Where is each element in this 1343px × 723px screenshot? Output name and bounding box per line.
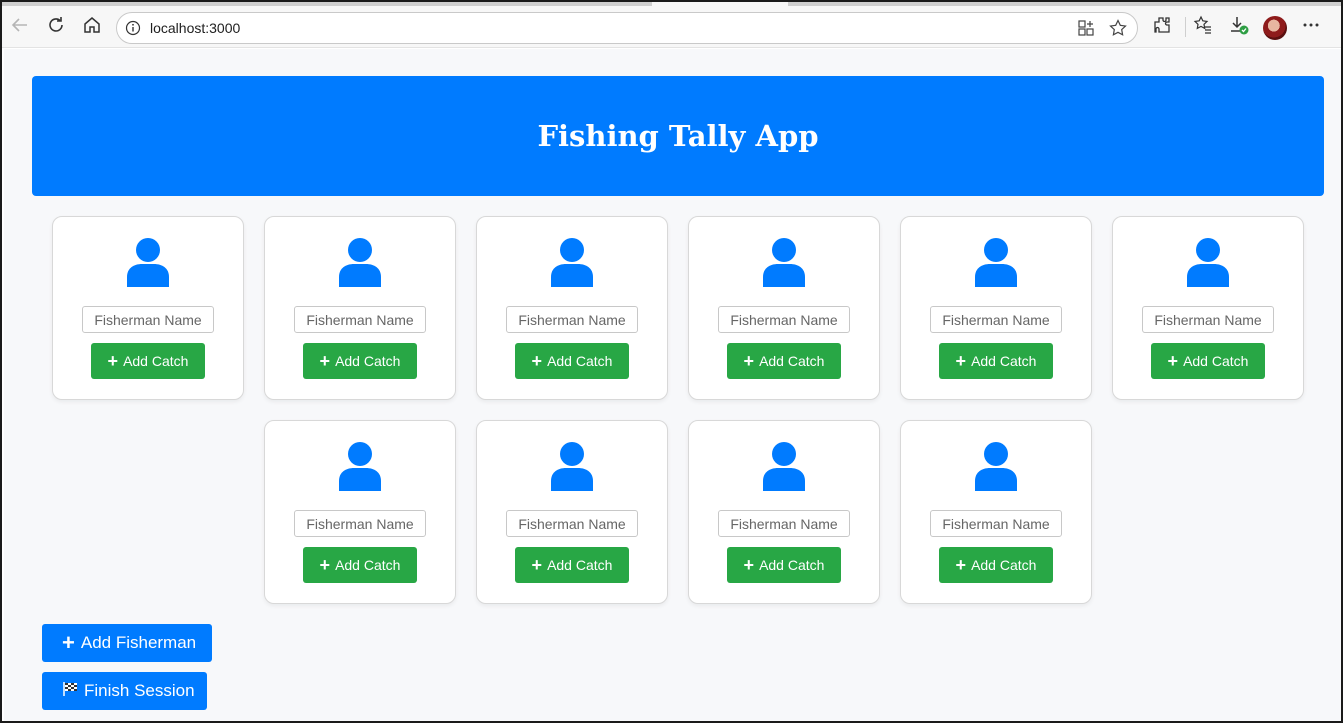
tab-strip-edge bbox=[788, 2, 1341, 6]
plus-icon: + bbox=[1167, 351, 1179, 371]
refresh-icon[interactable] bbox=[45, 14, 67, 36]
favorite-star-icon[interactable] bbox=[1109, 19, 1127, 42]
more-options-icon[interactable] bbox=[1300, 14, 1322, 36]
add-catch-button[interactable]: + Add Catch bbox=[727, 547, 841, 583]
add-fisherman-label: Add Fisherman bbox=[80, 633, 197, 652]
add-catch-label: Add Catch bbox=[123, 353, 189, 369]
favorites-icon[interactable] bbox=[1192, 14, 1214, 36]
person-icon bbox=[1186, 237, 1230, 287]
app-available-icon[interactable] bbox=[1077, 19, 1095, 42]
browser-window: localhost:3000 Fishing Tally App +Add C bbox=[0, 0, 1343, 723]
add-catch-label: Add Catch bbox=[547, 353, 613, 369]
finish-session-button[interactable]: Finish Session bbox=[42, 672, 207, 710]
app-header: Fishing Tally App bbox=[32, 76, 1324, 196]
person-icon bbox=[550, 441, 594, 491]
fisherman-card: +Add Catch bbox=[264, 420, 456, 604]
plus-icon: + bbox=[62, 630, 75, 655]
fisherman-card: +Add Catch bbox=[688, 420, 880, 604]
tab-strip-edge bbox=[2, 2, 652, 6]
plus-icon: + bbox=[319, 555, 331, 575]
plus-icon: + bbox=[531, 555, 543, 575]
fisherman-card: +Add Catch bbox=[264, 216, 456, 400]
home-icon[interactable] bbox=[81, 14, 103, 36]
profile-avatar[interactable] bbox=[1263, 16, 1287, 40]
add-catch-label: Add Catch bbox=[547, 557, 613, 573]
add-catch-button[interactable]: + Add Catch bbox=[727, 343, 841, 379]
person-icon bbox=[762, 441, 806, 491]
app-title: Fishing Tally App bbox=[537, 119, 819, 153]
fisherman-card: +Add Catch bbox=[476, 216, 668, 400]
add-catch-button[interactable]: + Add Catch bbox=[515, 343, 629, 379]
plus-icon: + bbox=[743, 555, 755, 575]
person-icon bbox=[126, 237, 170, 287]
add-catch-label: Add Catch bbox=[971, 557, 1037, 573]
plus-icon: + bbox=[955, 351, 967, 371]
toolbar-divider bbox=[1185, 17, 1186, 37]
finish-session-label: Finish Session bbox=[84, 681, 195, 700]
back-icon[interactable] bbox=[9, 14, 31, 36]
fisherman-name-input[interactable] bbox=[294, 510, 426, 537]
fisherman-card: +Add Catch bbox=[900, 420, 1092, 604]
add-catch-label: Add Catch bbox=[335, 353, 401, 369]
add-catch-label: Add Catch bbox=[971, 353, 1037, 369]
fisherman-name-input[interactable] bbox=[82, 306, 214, 333]
person-icon bbox=[338, 237, 382, 287]
person-icon bbox=[974, 441, 1018, 491]
add-catch-button[interactable]: + Add Catch bbox=[303, 547, 417, 583]
add-catch-button[interactable]: + Add Catch bbox=[515, 547, 629, 583]
person-icon bbox=[974, 237, 1018, 287]
address-url[interactable]: localhost:3000 bbox=[150, 20, 240, 36]
add-fisherman-button[interactable]: + Add Fisherman bbox=[42, 624, 212, 662]
add-catch-button[interactable]: + Add Catch bbox=[939, 547, 1053, 583]
add-catch-button[interactable]: + Add Catch bbox=[91, 343, 205, 379]
add-catch-button[interactable]: + Add Catch bbox=[1151, 343, 1265, 379]
fisherman-card: +Add Catch bbox=[476, 420, 668, 604]
plus-icon: + bbox=[743, 351, 755, 371]
browser-toolbar: localhost:3000 bbox=[2, 2, 1341, 48]
fisherman-name-input[interactable] bbox=[718, 510, 850, 537]
checkered-flag-icon bbox=[62, 681, 78, 702]
add-catch-label: Add Catch bbox=[335, 557, 401, 573]
person-icon bbox=[762, 237, 806, 287]
add-catch-button[interactable]: + Add Catch bbox=[939, 343, 1053, 379]
add-catch-button[interactable]: + Add Catch bbox=[303, 343, 417, 379]
fisherman-name-input[interactable] bbox=[1142, 306, 1274, 333]
fisherman-card: +Add Catch bbox=[688, 216, 880, 400]
person-icon bbox=[550, 237, 594, 287]
extensions-icon[interactable] bbox=[1151, 14, 1173, 36]
add-catch-label: Add Catch bbox=[759, 557, 825, 573]
fisherman-name-input[interactable] bbox=[930, 510, 1062, 537]
site-info-icon[interactable] bbox=[125, 20, 141, 41]
page-content: Fishing Tally App +Add Catch+Add Catch+A… bbox=[4, 49, 1341, 721]
fisherman-card: +Add Catch bbox=[900, 216, 1092, 400]
downloads-icon[interactable] bbox=[1228, 14, 1250, 36]
address-bar[interactable]: localhost:3000 bbox=[116, 12, 1138, 44]
fisherman-name-input[interactable] bbox=[294, 306, 426, 333]
fisherman-card: +Add Catch bbox=[52, 216, 244, 400]
fisherman-name-input[interactable] bbox=[930, 306, 1062, 333]
fisherman-card: +Add Catch bbox=[1112, 216, 1304, 400]
fisherman-name-input[interactable] bbox=[718, 306, 850, 333]
plus-icon: + bbox=[319, 351, 331, 371]
plus-icon: + bbox=[955, 555, 967, 575]
fisherman-name-input[interactable] bbox=[506, 510, 638, 537]
plus-icon: + bbox=[531, 351, 543, 371]
plus-icon: + bbox=[107, 351, 119, 371]
person-icon bbox=[338, 441, 382, 491]
fisherman-name-input[interactable] bbox=[506, 306, 638, 333]
add-catch-label: Add Catch bbox=[1183, 353, 1249, 369]
add-catch-label: Add Catch bbox=[759, 353, 825, 369]
